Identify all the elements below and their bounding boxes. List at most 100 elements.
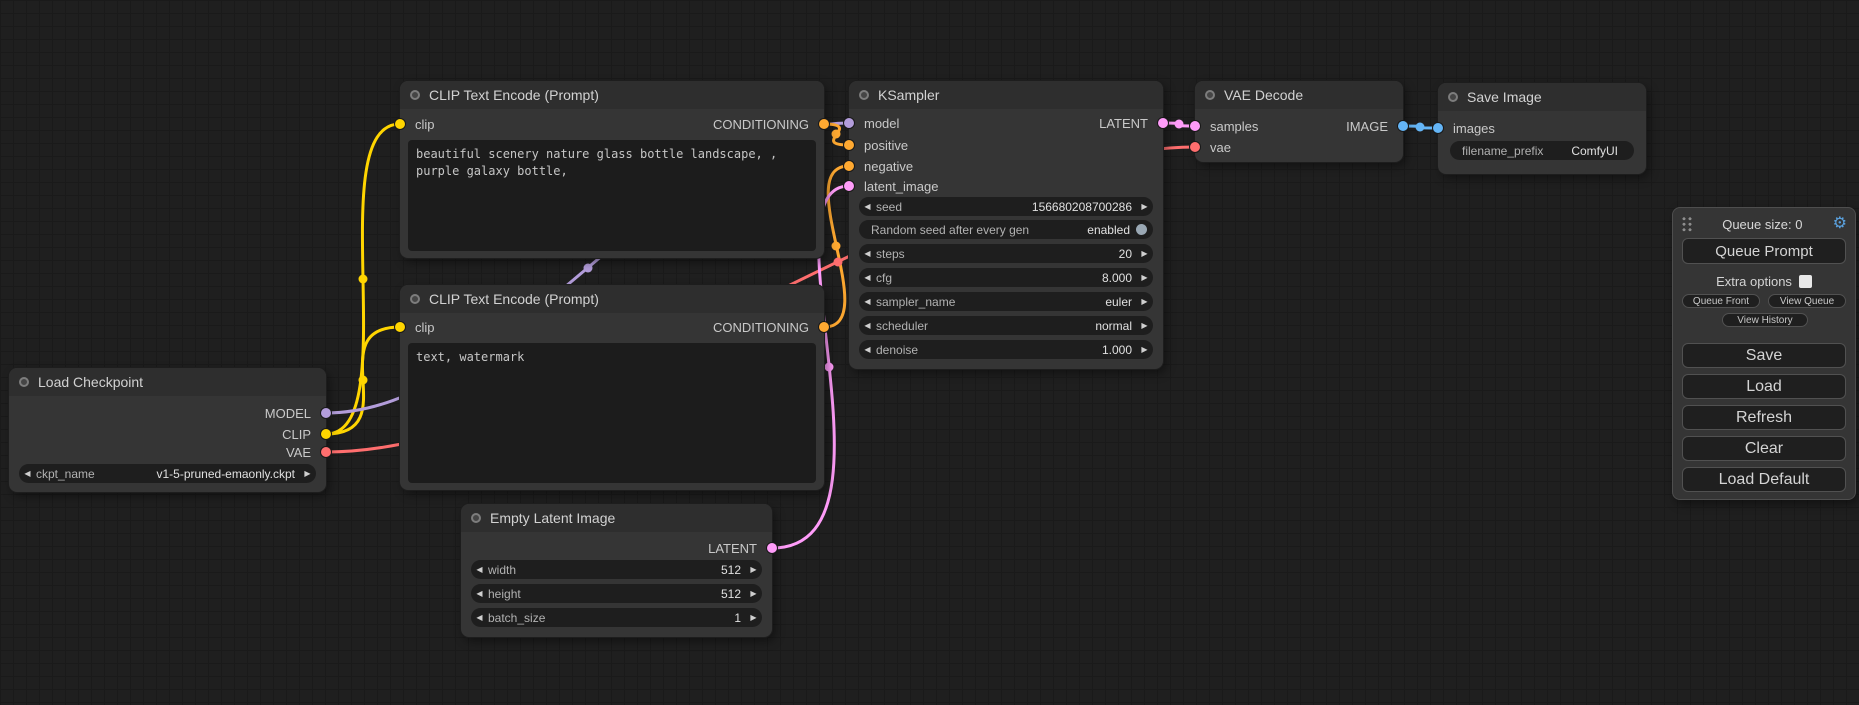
extra-options-checkbox[interactable] bbox=[1799, 275, 1812, 288]
conditioning-output-port[interactable] bbox=[819, 322, 829, 332]
view-history-button[interactable]: View History bbox=[1722, 313, 1808, 327]
width-widget[interactable]: ◀ width 512 ▶ bbox=[471, 560, 762, 579]
decrement-arrow-icon[interactable]: ◀ bbox=[859, 249, 876, 258]
slot-label: images bbox=[1453, 121, 1495, 136]
images-input-port[interactable] bbox=[1433, 123, 1443, 133]
increment-arrow-icon[interactable]: ▶ bbox=[299, 469, 316, 478]
node-vae-decode[interactable]: VAE Decode samples IMAGE vae bbox=[1195, 81, 1403, 162]
filename-prefix-widget[interactable]: filename_prefix ComfyUI bbox=[1450, 141, 1634, 160]
slot-label: CONDITIONING bbox=[713, 117, 809, 132]
decrement-arrow-icon[interactable]: ◀ bbox=[471, 589, 488, 598]
image-output-port[interactable] bbox=[1398, 121, 1408, 131]
node-clip-text-encode-positive[interactable]: CLIP Text Encode (Prompt) clip CONDITION… bbox=[400, 81, 824, 258]
conditioning-output-port[interactable] bbox=[819, 119, 829, 129]
node-save-image[interactable]: Save Image images filename_prefix ComfyU… bbox=[1438, 83, 1646, 174]
height-widget[interactable]: ◀ height 512 ▶ bbox=[471, 584, 762, 603]
negative-input-port[interactable] bbox=[844, 161, 854, 171]
load-default-button[interactable]: Load Default bbox=[1682, 467, 1846, 492]
node-title-bar[interactable]: CLIP Text Encode (Prompt) bbox=[400, 81, 824, 109]
node-title-bar[interactable]: Save Image bbox=[1438, 83, 1646, 111]
collapse-dot-icon[interactable] bbox=[1448, 92, 1458, 102]
increment-arrow-icon[interactable]: ▶ bbox=[1136, 297, 1153, 306]
denoise-widget[interactable]: ◀ denoise 1.000 ▶ bbox=[859, 340, 1153, 359]
slot-label: samples bbox=[1210, 119, 1258, 134]
decrement-arrow-icon[interactable]: ◀ bbox=[859, 273, 876, 282]
increment-arrow-icon[interactable]: ▶ bbox=[745, 589, 762, 598]
view-queue-button[interactable]: View Queue bbox=[1768, 294, 1846, 308]
ckpt-name-widget[interactable]: ◀ ckpt_name v1-5-pruned-emaonly.ckpt ▶ bbox=[19, 464, 316, 483]
decrement-arrow-icon[interactable]: ◀ bbox=[859, 202, 876, 211]
toggle-knob[interactable] bbox=[1136, 224, 1147, 235]
collapse-dot-icon[interactable] bbox=[410, 90, 420, 100]
slot-label: VAE bbox=[286, 445, 311, 460]
node-title-bar[interactable]: VAE Decode bbox=[1195, 81, 1403, 109]
model-input-port[interactable] bbox=[844, 118, 854, 128]
queue-prompt-button[interactable]: Queue Prompt bbox=[1682, 238, 1846, 264]
increment-arrow-icon[interactable]: ▶ bbox=[1136, 202, 1153, 211]
slot-label: LATENT bbox=[1099, 116, 1148, 131]
decrement-arrow-icon[interactable]: ◀ bbox=[471, 613, 488, 622]
node-title-bar[interactable]: KSampler bbox=[849, 81, 1163, 109]
decrement-arrow-icon[interactable]: ◀ bbox=[19, 469, 36, 478]
node-title-bar[interactable]: Empty Latent Image bbox=[461, 504, 772, 532]
node-ksampler[interactable]: KSampler model LATENT positive negative … bbox=[849, 81, 1163, 369]
collapse-dot-icon[interactable] bbox=[19, 377, 29, 387]
increment-arrow-icon[interactable]: ▶ bbox=[1136, 249, 1153, 258]
widget-label: seed bbox=[876, 200, 902, 214]
decrement-arrow-icon[interactable]: ◀ bbox=[859, 345, 876, 354]
increment-arrow-icon[interactable]: ▶ bbox=[745, 565, 762, 574]
clip-input-port[interactable] bbox=[395, 119, 405, 129]
seed-widget[interactable]: ◀ seed 156680208700286 ▶ bbox=[859, 197, 1153, 216]
collapse-dot-icon[interactable] bbox=[410, 294, 420, 304]
steps-widget[interactable]: ◀ steps 20 ▶ bbox=[859, 244, 1153, 263]
node-empty-latent-image[interactable]: Empty Latent Image LATENT ◀ width 512 ▶ … bbox=[461, 504, 772, 637]
wire-clip-to-negative-prompt bbox=[326, 327, 400, 434]
node-load-checkpoint[interactable]: Load Checkpoint MODEL CLIP VAE ◀ ckpt_na… bbox=[9, 368, 326, 492]
decrement-arrow-icon[interactable]: ◀ bbox=[471, 565, 488, 574]
save-button[interactable]: Save bbox=[1682, 343, 1846, 368]
scheduler-widget[interactable]: ◀ scheduler normal ▶ bbox=[859, 316, 1153, 335]
input-slot-clip: clip bbox=[400, 317, 435, 337]
node-clip-text-encode-negative[interactable]: CLIP Text Encode (Prompt) clip CONDITION… bbox=[400, 285, 824, 490]
output-slot-latent: LATENT bbox=[1099, 113, 1163, 133]
increment-arrow-icon[interactable]: ▶ bbox=[1136, 321, 1153, 330]
collapse-dot-icon[interactable] bbox=[1205, 90, 1215, 100]
clear-button[interactable]: Clear bbox=[1682, 436, 1846, 461]
negative-prompt-textarea[interactable]: text, watermark bbox=[408, 343, 816, 483]
widget-label: sampler_name bbox=[876, 295, 955, 309]
node-title-bar[interactable]: CLIP Text Encode (Prompt) bbox=[400, 285, 824, 313]
random-seed-toggle-widget[interactable]: Random seed after every gen enabled bbox=[859, 220, 1153, 239]
increment-arrow-icon[interactable]: ▶ bbox=[1136, 345, 1153, 354]
clip-output-port[interactable] bbox=[321, 429, 331, 439]
vae-input-port[interactable] bbox=[1190, 142, 1200, 152]
node-title-bar[interactable]: Load Checkpoint bbox=[9, 368, 326, 396]
samples-input-port[interactable] bbox=[1190, 121, 1200, 131]
refresh-button[interactable]: Refresh bbox=[1682, 405, 1846, 430]
increment-arrow-icon[interactable]: ▶ bbox=[745, 613, 762, 622]
node-graph-canvas[interactable]: Load Checkpoint MODEL CLIP VAE ◀ ckpt_na… bbox=[0, 0, 1859, 705]
clip-input-port[interactable] bbox=[395, 322, 405, 332]
sampler-name-widget[interactable]: ◀ sampler_name euler ▶ bbox=[859, 292, 1153, 311]
latent-output-port[interactable] bbox=[1158, 118, 1168, 128]
increment-arrow-icon[interactable]: ▶ bbox=[1136, 273, 1153, 282]
widget-value: enabled bbox=[1029, 223, 1133, 237]
settings-gear-icon[interactable]: ⚙︎ bbox=[1833, 216, 1847, 232]
latent-output-port[interactable] bbox=[767, 543, 777, 553]
collapse-dot-icon[interactable] bbox=[859, 90, 869, 100]
latent-image-input-port[interactable] bbox=[844, 181, 854, 191]
vae-output-port[interactable] bbox=[321, 447, 331, 457]
decrement-arrow-icon[interactable]: ◀ bbox=[859, 321, 876, 330]
collapse-dot-icon[interactable] bbox=[471, 513, 481, 523]
load-button[interactable]: Load bbox=[1682, 374, 1846, 399]
queue-front-button[interactable]: Queue Front bbox=[1682, 294, 1760, 308]
widget-label: cfg bbox=[876, 271, 892, 285]
cfg-widget[interactable]: ◀ cfg 8.000 ▶ bbox=[859, 268, 1153, 287]
decrement-arrow-icon[interactable]: ◀ bbox=[859, 297, 876, 306]
positive-input-port[interactable] bbox=[844, 140, 854, 150]
menu-drag-handle-icon[interactable] bbox=[1681, 216, 1692, 232]
wire-midpoint-dot bbox=[359, 376, 368, 385]
model-output-port[interactable] bbox=[321, 408, 331, 418]
positive-prompt-textarea[interactable]: beautiful scenery nature glass bottle la… bbox=[408, 140, 816, 251]
batch-size-widget[interactable]: ◀ batch_size 1 ▶ bbox=[471, 608, 762, 627]
node-title: CLIP Text Encode (Prompt) bbox=[429, 87, 599, 103]
